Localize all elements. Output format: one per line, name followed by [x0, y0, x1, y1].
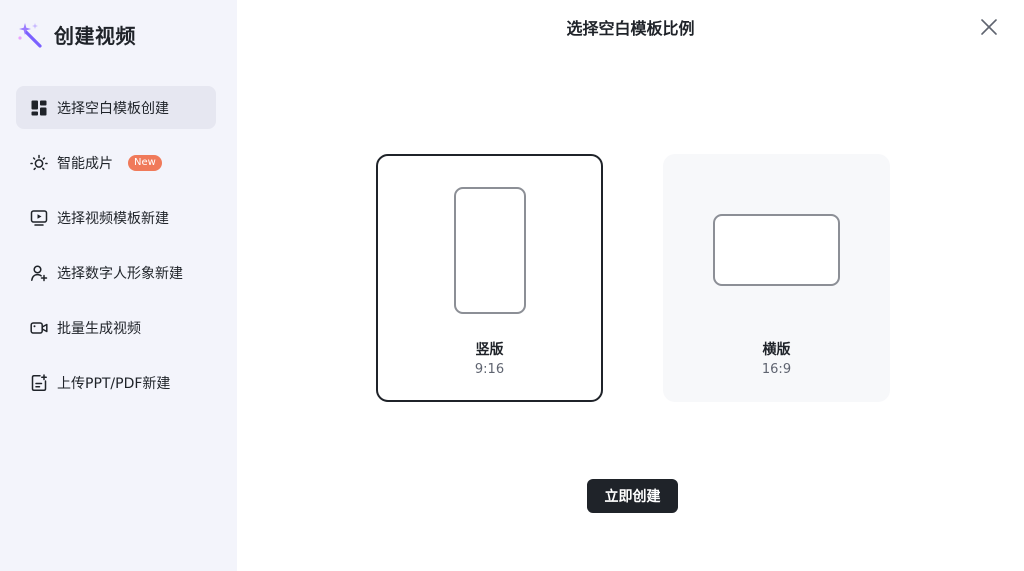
sidebar-item-label: 上传PPT/PDF新建 [57, 375, 171, 392]
sidebar-item-label: 批量生成视频 [57, 320, 141, 337]
sidebar-item-upload-ppt-pdf[interactable]: 上传PPT/PDF新建 [16, 361, 216, 404]
sparkle-sun-icon [30, 154, 48, 170]
sidebar-item-video-template[interactable]: 选择视频模板新建 [16, 196, 216, 239]
option-label: 竖版 [475, 342, 504, 358]
sidebar: 创建视频 选择空白模板创建 智能成片 New 选择视频模板新建 选择数字人形象新… [0, 0, 237, 571]
grid-layout-icon [31, 100, 47, 115]
landscape-frame-preview [713, 214, 840, 286]
sidebar-item-digital-human[interactable]: 选择数字人形象新建 [16, 251, 216, 294]
magic-wand-icon [18, 23, 42, 48]
option-label: 横版 [762, 342, 791, 358]
create-now-button[interactable]: 立即创建 [587, 479, 678, 513]
sidebar-item-label: 智能成片 [57, 155, 113, 172]
new-badge: New [128, 154, 162, 171]
close-button[interactable] [978, 16, 1000, 38]
video-camera-icon [30, 321, 48, 334]
brand-title: 创建视频 [54, 23, 136, 48]
option-ratio: 16:9 [761, 362, 792, 377]
dialog-title: 选择空白模板比例 [566, 19, 695, 38]
close-icon [981, 19, 997, 35]
app-window: 创建视频 选择空白模板创建 智能成片 New 选择视频模板新建 选择数字人形象新… [0, 0, 1024, 571]
portrait-frame-preview [454, 187, 526, 314]
sidebar-item-label: 选择视频模板新建 [57, 210, 169, 227]
document-upload-icon [31, 373, 47, 391]
sidebar-item-blank-template[interactable]: 选择空白模板创建 [16, 86, 216, 129]
option-portrait-card[interactable]: 竖版 9:16 [376, 154, 603, 402]
brand: 创建视频 [16, 18, 136, 50]
sidebar-item-label: 选择空白模板创建 [57, 100, 169, 117]
sidebar-item-batch-video[interactable]: 批量生成视频 [16, 306, 216, 349]
sidebar-nav: 选择空白模板创建 智能成片 New 选择视频模板新建 选择数字人形象新建 批量生… [16, 86, 216, 416]
option-ratio: 9:16 [474, 362, 505, 377]
ratio-dialog: 选择空白模板比例 竖版 9:16 横版 16:9 立即创建 [237, 0, 1024, 571]
sidebar-item-smart-video[interactable]: 智能成片 New [16, 141, 216, 184]
option-landscape-card[interactable]: 横版 16:9 [663, 154, 890, 402]
user-add-icon [31, 264, 48, 281]
sidebar-item-label: 选择数字人形象新建 [57, 265, 183, 282]
video-play-icon [30, 209, 48, 226]
